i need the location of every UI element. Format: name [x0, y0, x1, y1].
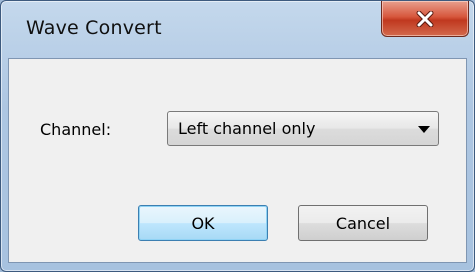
window-title: Wave Convert	[26, 17, 162, 39]
dialog-content: Channel: Left channel only OK Cancel	[8, 58, 467, 263]
dialog-window: Wave Convert Channel: Left channel only …	[0, 0, 475, 272]
ok-button[interactable]: OK	[138, 205, 268, 241]
close-x-icon	[416, 10, 434, 27]
cancel-button[interactable]: Cancel	[298, 205, 428, 241]
channel-label: Channel:	[40, 120, 112, 139]
close-button[interactable]	[381, 1, 469, 37]
chevron-down-icon	[418, 126, 430, 133]
channel-select-value: Left channel only	[178, 119, 316, 138]
channel-select[interactable]: Left channel only	[167, 111, 439, 146]
